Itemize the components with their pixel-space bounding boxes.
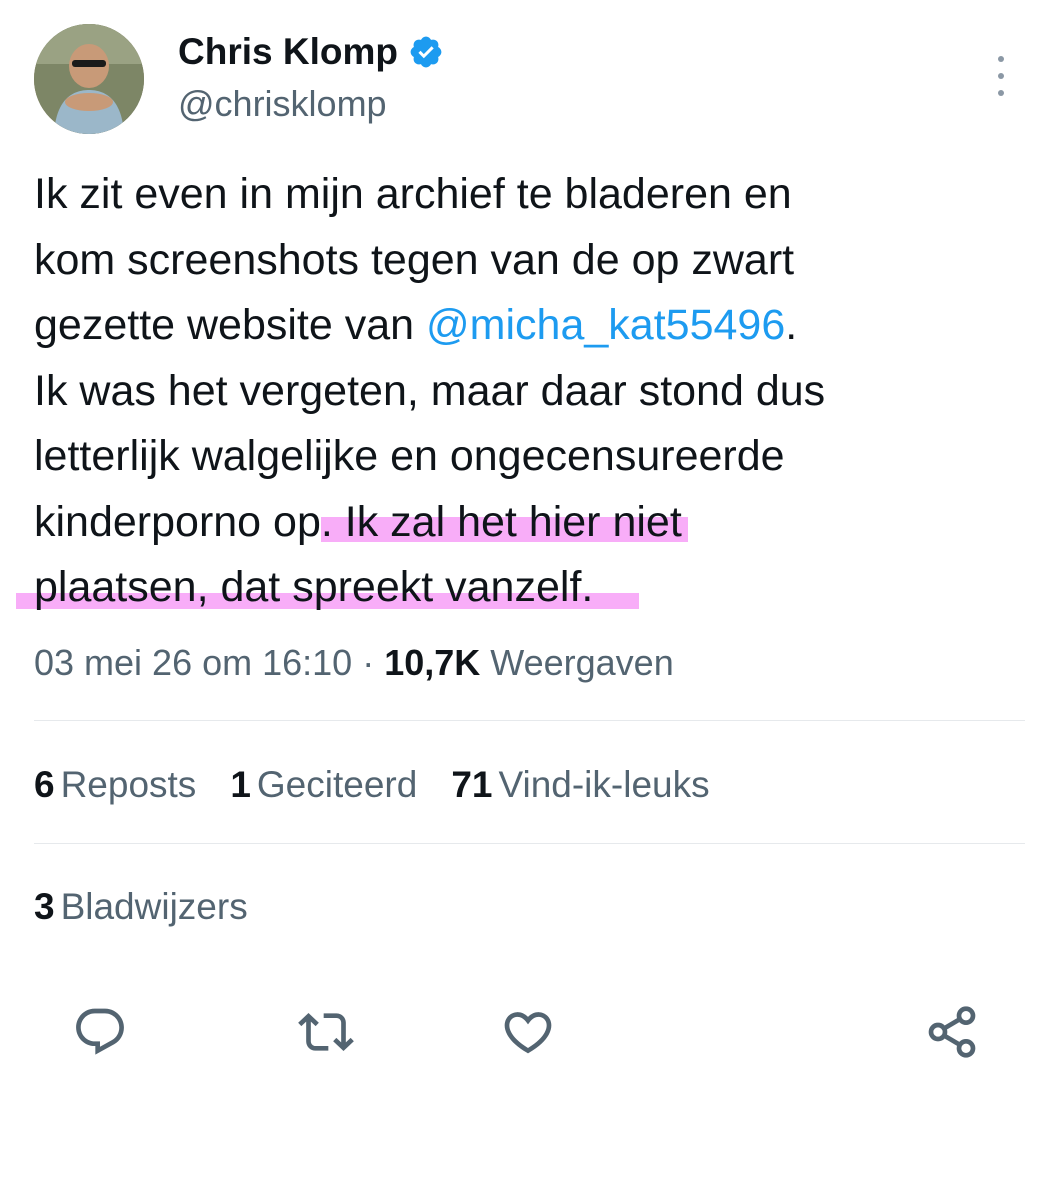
verified-badge-icon bbox=[408, 34, 444, 70]
likes-stat[interactable]: 71 Vind-ik-leuks bbox=[451, 762, 709, 808]
author-handle[interactable]: @chrisklomp bbox=[178, 82, 387, 126]
likes-count: 71 bbox=[451, 764, 493, 805]
display-name[interactable]: Chris Klomp bbox=[178, 30, 398, 74]
tweet-meta: 03 mei 26 om 16:10 · 10,7K Weergaven bbox=[34, 640, 674, 686]
bookmarks-label: Bladwijzers bbox=[60, 886, 248, 927]
views-label: Weergaven bbox=[480, 642, 674, 683]
bookmarks-count: 3 bbox=[34, 886, 55, 927]
reply-icon bbox=[76, 1008, 124, 1055]
share-button[interactable] bbox=[924, 1004, 980, 1060]
highlighted-text: . Ik zal het hier niet bbox=[320, 497, 688, 546]
highlighted-text: plaatsen, dat spreekt vanzelf. bbox=[16, 563, 640, 611]
reposts-label: Reposts bbox=[60, 764, 197, 805]
repost-button[interactable] bbox=[298, 1004, 354, 1060]
more-icon-dot bbox=[998, 73, 1004, 79]
quotes-count: 1 bbox=[230, 764, 251, 805]
tweet-line: plaatsen, dat spreekt vanzelf. bbox=[16, 555, 1034, 621]
divider bbox=[34, 843, 1025, 844]
tweet-text-segment: kinderporno op bbox=[34, 497, 321, 546]
reply-button[interactable] bbox=[72, 1004, 128, 1060]
more-options-button[interactable] bbox=[988, 56, 1014, 96]
likes-label: Vind-ik-leuks bbox=[498, 764, 710, 805]
share-icon bbox=[928, 1006, 976, 1058]
reposts-count: 6 bbox=[34, 764, 55, 805]
tweet-line: kinderporno op. Ik zal het hier niet bbox=[34, 490, 1034, 556]
like-icon bbox=[504, 1012, 552, 1054]
tweet-text: Ik zit even in mijn archief te bladeren … bbox=[16, 162, 1034, 621]
tweet-text-segment: gezette website van bbox=[34, 301, 427, 349]
timestamp[interactable]: 03 mei 26 om 16:10 bbox=[34, 642, 352, 683]
avatar-photo bbox=[34, 24, 144, 134]
mention-link[interactable]: @micha_kat55496 bbox=[426, 301, 785, 349]
engagement-stats: 6 Reposts 1 Geciteerd 71 Vind-ik-leuks bbox=[34, 762, 710, 808]
tweet-line: gezette website van @micha_kat55496. bbox=[34, 293, 1034, 359]
avatar[interactable] bbox=[34, 24, 144, 134]
more-icon-dot bbox=[998, 90, 1004, 96]
like-button[interactable] bbox=[500, 1004, 556, 1060]
author-name[interactable]: Chris Klomp bbox=[178, 30, 444, 74]
quotes-label: Geciteerd bbox=[256, 764, 418, 805]
tweet-line: Ik was het vergeten, maar daar stond dus bbox=[34, 366, 826, 415]
views-count: 10,7K bbox=[384, 642, 481, 683]
bookmarks-stat[interactable]: 3 Bladwijzers bbox=[34, 884, 248, 930]
quotes-stat[interactable]: 1 Geciteerd bbox=[230, 762, 417, 808]
meta-separator: · bbox=[352, 642, 385, 683]
divider bbox=[34, 720, 1025, 721]
repost-icon bbox=[298, 1013, 354, 1051]
tweet-line: letterlijk walgelijke en ongecensureerde bbox=[34, 432, 785, 480]
more-icon bbox=[998, 56, 1004, 62]
reposts-stat[interactable]: 6 Reposts bbox=[34, 762, 196, 808]
tweet-line: Ik zit even in mijn archief te bladeren … bbox=[34, 170, 792, 218]
tweet-text-segment: . bbox=[785, 301, 798, 349]
tweet-line: kom screenshots tegen van de op zwart bbox=[34, 235, 795, 284]
